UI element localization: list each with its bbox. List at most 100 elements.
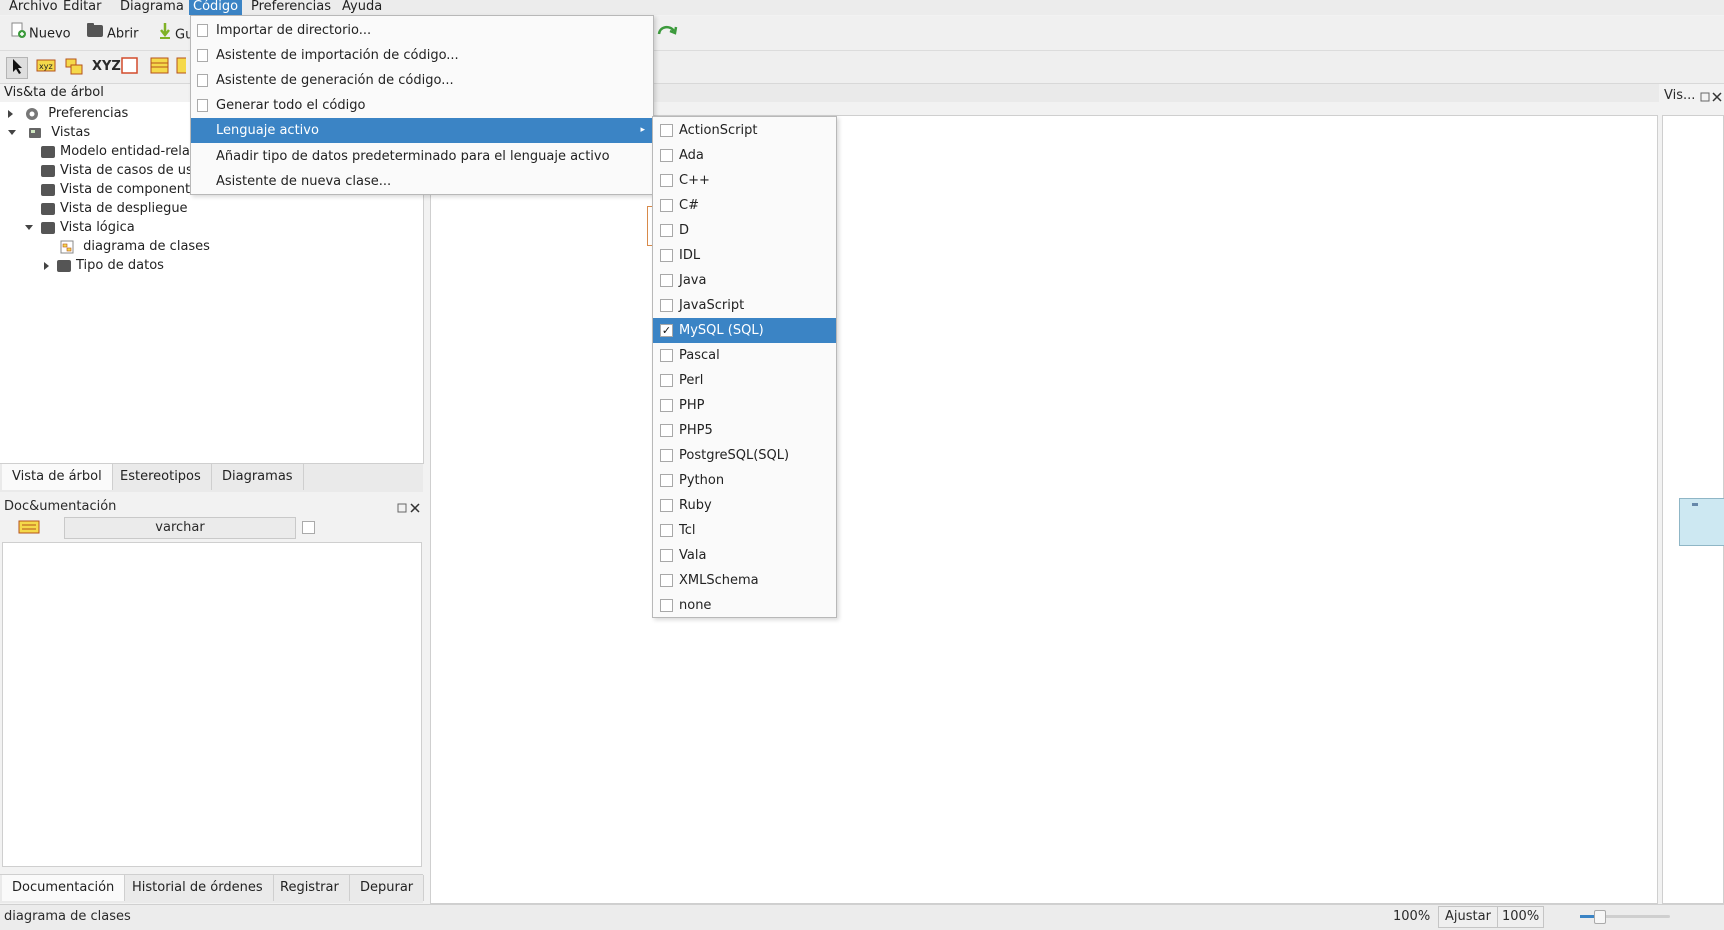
- language-item-label: Tcl: [679, 523, 696, 538]
- select-tool[interactable]: [6, 57, 28, 79]
- box-tool[interactable]: [120, 57, 140, 77]
- tab-stereotypes[interactable]: Estereotipos: [110, 464, 212, 490]
- menu-item-label: Asistente de generación de código...: [216, 73, 454, 88]
- zoom-slider-handle[interactable]: [1594, 910, 1606, 924]
- tree-node-casos-de-uso[interactable]: Vista de casos de uso: [41, 162, 201, 180]
- tree-node-label: Vistas: [51, 125, 91, 140]
- document-icon: [197, 74, 208, 87]
- language-item[interactable]: PostgreSQL(SQL): [653, 443, 836, 468]
- folder-icon: [41, 183, 55, 196]
- tab-log[interactable]: Registrar: [270, 875, 350, 901]
- menu-item-active-language[interactable]: Lenguaje activo ▸: [191, 118, 653, 143]
- panel-close-icon[interactable]: [410, 501, 420, 516]
- tree-node-label: diagrama de clases: [83, 239, 210, 254]
- menu-item-import-wizard[interactable]: Asistente de importación de código...: [191, 43, 653, 68]
- menu-item-import-directory[interactable]: Importar de directorio...: [191, 18, 653, 43]
- doc-name-field[interactable]: varchar: [64, 517, 296, 539]
- menu-diagrama[interactable]: Diagrama: [116, 0, 188, 15]
- tree-node-label: Modelo entidad-rela: [60, 144, 190, 159]
- language-item[interactable]: Perl: [653, 368, 836, 393]
- language-item[interactable]: PHP5: [653, 418, 836, 443]
- doc-checkbox[interactable]: [302, 521, 315, 534]
- collapse-arrow-icon[interactable]: [25, 225, 33, 230]
- fit-button[interactable]: Ajustar: [1445, 907, 1491, 927]
- open-button[interactable]: Abrir: [86, 22, 138, 44]
- language-item[interactable]: ActionScript: [653, 118, 836, 143]
- menu-item-generate-all[interactable]: Generar todo el código: [191, 93, 653, 118]
- menu-item-add-default-datatypes[interactable]: Añadir tipo de datos predeterminado para…: [191, 144, 653, 169]
- language-item[interactable]: none: [653, 593, 836, 618]
- tree-node-label: Vista lógica: [60, 220, 135, 235]
- language-item[interactable]: Java: [653, 268, 836, 293]
- save-button[interactable]: Gu: [158, 22, 193, 44]
- language-item-label: XMLSchema: [679, 573, 759, 588]
- menu-preferencias[interactable]: Preferencias: [247, 0, 335, 15]
- language-item[interactable]: Pascal: [653, 343, 836, 368]
- language-item[interactable]: C++: [653, 168, 836, 193]
- open-button-label: Abrir: [107, 26, 139, 42]
- language-item[interactable]: Tcl: [653, 518, 836, 543]
- tree-node-tipo-datos[interactable]: Tipo de datos: [44, 257, 164, 275]
- birdview-close-icon[interactable]: [1712, 90, 1722, 105]
- tree-node-vista-logica[interactable]: Vista lógica: [25, 219, 135, 237]
- entity-tool[interactable]: [150, 57, 170, 77]
- text-tool[interactable]: XYZ: [92, 57, 121, 77]
- class-diagram-icon: [60, 240, 74, 253]
- new-button-label: Nuevo: [29, 26, 71, 42]
- language-item[interactable]: JavaScript: [653, 293, 836, 318]
- checkbox-icon: [660, 399, 673, 412]
- expand-arrow-icon[interactable]: [8, 109, 13, 118]
- redo-button[interactable]: [656, 22, 681, 44]
- menu-editar[interactable]: Editar: [59, 0, 106, 15]
- language-item[interactable]: Python: [653, 468, 836, 493]
- language-item[interactable]: C#: [653, 193, 836, 218]
- menu-archivo[interactable]: Archivo: [5, 0, 62, 15]
- tree-node-diagrama-clases[interactable]: diagrama de clases: [60, 238, 210, 256]
- menu-codigo[interactable]: Código: [189, 0, 243, 15]
- checkbox-icon: [660, 524, 673, 537]
- language-item[interactable]: D: [653, 218, 836, 243]
- language-item[interactable]: PHP: [653, 393, 836, 418]
- tab-diagrams[interactable]: Diagramas: [212, 464, 304, 490]
- diagram-canvas[interactable]: [430, 115, 1658, 904]
- collapse-arrow-icon[interactable]: [8, 130, 16, 135]
- tree-node-preferencias[interactable]: Preferencias: [8, 105, 128, 123]
- expand-arrow-icon[interactable]: [44, 261, 49, 270]
- more-tools[interactable]: [176, 57, 186, 77]
- tree-node-label: Preferencias: [48, 106, 129, 121]
- language-item[interactable]: Ada: [653, 143, 836, 168]
- language-item[interactable]: IDL: [653, 243, 836, 268]
- document-icon: [197, 99, 208, 112]
- zoom-slider[interactable]: [1580, 910, 1670, 924]
- documentation-textarea[interactable]: [2, 542, 422, 867]
- zoom-level: 100%: [1393, 909, 1431, 924]
- checkbox-icon: [660, 249, 673, 262]
- tab-debug[interactable]: Depurar: [350, 875, 425, 901]
- menu-item-label: Generar todo el código: [216, 98, 366, 113]
- menu-item-new-class-wizard[interactable]: Asistente de nueva clase...: [191, 169, 653, 194]
- language-item[interactable]: Vala: [653, 543, 836, 568]
- language-item[interactable]: Ruby: [653, 493, 836, 518]
- class-tool[interactable]: xyz: [36, 57, 56, 77]
- panel-float-icon[interactable]: [397, 501, 407, 516]
- tab-tree-view[interactable]: Vista de árbol: [2, 464, 113, 490]
- birdview-viewport[interactable]: [1679, 498, 1724, 546]
- tree-node-modelo-entidad[interactable]: Modelo entidad-rela: [41, 143, 190, 161]
- language-item[interactable]: ✓ MySQL (SQL): [653, 318, 836, 343]
- menu-item-label: Asistente de importación de código...: [216, 48, 459, 63]
- tree-node-vistas[interactable]: Vistas: [8, 124, 90, 142]
- submenu-arrow-icon: ▸: [640, 125, 645, 135]
- more-tool-icon: [176, 57, 186, 74]
- tree-node-despliegue[interactable]: Vista de despliegue: [41, 200, 188, 218]
- tab-documentation[interactable]: Documentación: [2, 875, 126, 901]
- zoom-100-button[interactable]: 100%: [1497, 907, 1539, 927]
- menu-ayuda[interactable]: Ayuda: [338, 0, 386, 15]
- tree-node-componentes[interactable]: Vista de componentes: [41, 181, 205, 199]
- package-tool[interactable]: [64, 57, 84, 77]
- menu-item-generate-wizard[interactable]: Asistente de generación de código...: [191, 68, 653, 93]
- birdview-float-icon[interactable]: [1700, 90, 1710, 105]
- language-item[interactable]: XMLSchema: [653, 568, 836, 593]
- document-icon: [197, 49, 208, 62]
- new-button[interactable]: Nuevo: [10, 22, 71, 44]
- tab-command-history[interactable]: Historial de órdenes: [122, 875, 274, 901]
